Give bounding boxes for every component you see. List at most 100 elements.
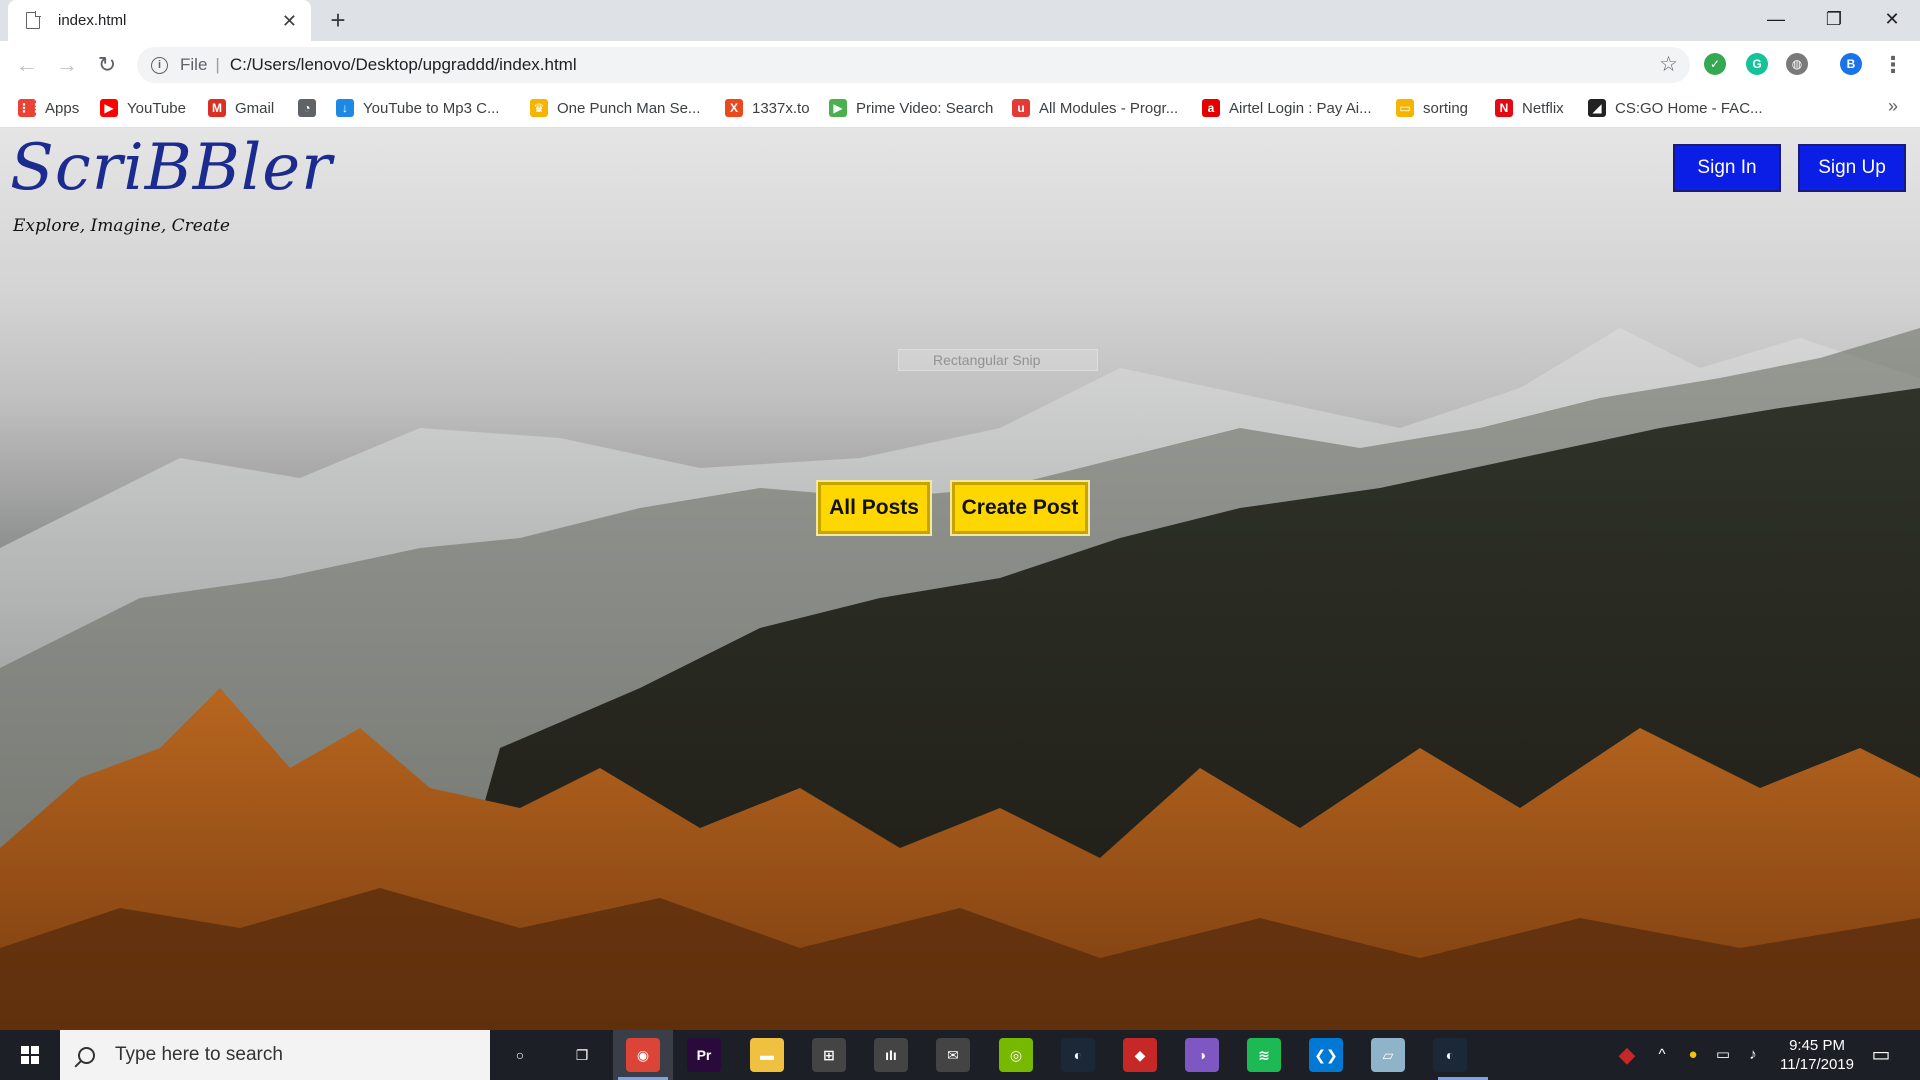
bookmark-item[interactable]: ↓ YouTube to Mp3 C... — [336, 88, 499, 128]
premiere-pro-icon[interactable]: Pr — [687, 1038, 721, 1072]
netflix-icon: N — [1495, 99, 1513, 117]
bookmarks-overflow-icon[interactable]: » — [1888, 96, 1898, 117]
minimize-button[interactable]: — — [1748, 0, 1804, 38]
norton-tray-icon[interactable]: ● — [1680, 1030, 1706, 1080]
windows-logo-icon — [21, 1046, 39, 1064]
faceit-icon: ◢ — [1588, 99, 1606, 117]
notes-app-icon[interactable]: ▱ — [1371, 1038, 1405, 1072]
nvidia-icon[interactable]: ◎ — [999, 1038, 1033, 1072]
grammarly-extension-icon[interactable]: G — [1746, 53, 1768, 75]
bookmark-label: YouTube to Mp3 C... — [363, 99, 500, 117]
site-tagline: Explore, Imagine, Create — [13, 216, 230, 236]
clock-date: 11/17/2019 — [1780, 1056, 1854, 1073]
bookmark-item[interactable]: M Gmail — [208, 88, 274, 128]
bookmark-star-icon[interactable]: ☆ — [1659, 52, 1678, 77]
mail-icon[interactable]: ✉ — [936, 1038, 970, 1072]
tab-title: index.html — [58, 12, 127, 29]
forward-button[interactable]: → — [52, 50, 82, 80]
close-window-button[interactable]: ✕ — [1864, 0, 1920, 38]
bookmark-label: sorting — [1423, 99, 1469, 117]
bookmark-label: One Punch Man Se... — [557, 99, 701, 117]
bookmark-label: Netflix — [1522, 99, 1564, 117]
airtel-icon: a — [1202, 99, 1220, 117]
back-button[interactable]: ← — [12, 50, 42, 80]
mountain-forest-background — [0, 328, 1920, 1030]
search-icon — [78, 1046, 95, 1064]
steam-icon[interactable]: ◐ — [1061, 1038, 1095, 1072]
browser-menu-button[interactable]: ⋮ — [1878, 50, 1908, 80]
slides-icon: ▭ — [1396, 99, 1414, 117]
tab-strip: index.html ✕ + — ❐ ✕ — [0, 0, 1920, 41]
profile-avatar[interactable]: B — [1840, 53, 1862, 75]
bookmark-label: CS:GO Home - FAC... — [1615, 99, 1763, 117]
file-explorer-icon[interactable]: ▬ — [750, 1038, 784, 1072]
url-scheme: File — [180, 55, 208, 74]
bookmark-item[interactable]: X 1337x.to — [725, 88, 810, 128]
volume-icon[interactable]: ♪ — [1740, 1030, 1766, 1080]
all-posts-button[interactable]: All Posts — [818, 482, 930, 534]
reload-button[interactable]: ↻ — [92, 50, 122, 80]
windows-taskbar: Type here to search ○ ❐ ◉ Pr ▬ ⊞ ıIı ✉ ◎ ◐ ◆ ◑ ≋ ❮❯ ▱ ◐… — [0, 1030, 1920, 1080]
bookmark-label: Airtel Login : Pay Ai... — [1229, 99, 1372, 117]
globe-extension-icon[interactable]: ◍ — [1786, 53, 1808, 75]
url-text[interactable]: C:/Users/lenovo/Desktop/upgraddd/index.h… — [230, 55, 577, 75]
taskbar-search[interactable]: Type here to search — [60, 1030, 490, 1080]
brand: ScriBBler Explore, Imagine, Create — [10, 136, 333, 236]
clock-time: 9:45 PM — [1789, 1037, 1845, 1054]
bookmark-item[interactable]: ◢ CS:GO Home - FAC... — [1588, 88, 1763, 128]
battery-icon[interactable]: ▭ — [1710, 1030, 1736, 1080]
gmail-icon: M — [208, 99, 226, 117]
tray-app-icon[interactable]: ◆ — [1612, 1030, 1642, 1080]
system-clock[interactable]: 9:45 PM 11/17/2019 — [1780, 1036, 1854, 1074]
x-logo-icon: X — [725, 99, 743, 117]
address-bar[interactable]: i File | C:/Users/lenovo/Desktop/upgradd… — [137, 47, 1690, 83]
bookmark-label: Prime Video: Search — [856, 99, 994, 117]
apps-grid-icon: ⋮⋮ — [18, 99, 42, 117]
maximize-button[interactable]: ❐ — [1806, 0, 1862, 38]
bookmark-label: All Modules - Progr... — [1039, 99, 1179, 117]
sign-in-button[interactable]: Sign In — [1673, 144, 1781, 192]
create-post-button[interactable]: Create Post — [952, 482, 1088, 534]
bookmark-item[interactable]: N Netflix — [1495, 88, 1564, 128]
spotify-icon[interactable]: ≋ — [1247, 1038, 1281, 1072]
page-viewport: Rectangular Snip ScriBBler Explore, Imag… — [0, 128, 1920, 1030]
chrome-icon[interactable]: ◉ — [626, 1038, 660, 1072]
cortana-icon[interactable]: ○ — [503, 1038, 537, 1072]
bookmark-item[interactable]: ▭ sorting — [1396, 88, 1468, 128]
new-tab-button[interactable]: + — [324, 6, 352, 34]
bookmark-item[interactable]: ▶ Prime Video: Search — [829, 88, 993, 128]
bookmark-item[interactable]: ▶ YouTube — [100, 88, 186, 128]
document-icon — [26, 11, 41, 29]
vpn-shield-icon[interactable]: ◆ — [1123, 1038, 1157, 1072]
bookmark-item[interactable]: u All Modules - Progr... — [1012, 88, 1178, 128]
bookmark-item[interactable]: ⋮⋮ Apps — [18, 88, 79, 128]
equalizer-app-icon[interactable]: ıIı — [874, 1038, 908, 1072]
info-icon[interactable]: i — [151, 56, 168, 74]
download-cloud-icon: ↓ — [336, 99, 354, 117]
vscode-icon[interactable]: ❮❯ — [1309, 1038, 1343, 1072]
tor-browser-icon[interactable]: ◑ — [1185, 1038, 1219, 1072]
bookmark-label: Apps — [45, 99, 80, 117]
action-center-icon[interactable]: ▭ — [1866, 1030, 1896, 1080]
tab-close-icon[interactable]: ✕ — [282, 12, 297, 30]
task-view-icon[interactable]: ❐ — [565, 1038, 599, 1072]
start-button[interactable] — [0, 1030, 60, 1080]
browser-toolbar: ← → ↻ i File | C:/Users/lenovo/Desktop/u… — [0, 41, 1920, 88]
bookmark-item[interactable]: ♛ One Punch Man Se... — [530, 88, 700, 128]
steam-running-icon[interactable]: ◐ — [1433, 1038, 1467, 1072]
browser-tab[interactable]: index.html ✕ — [8, 0, 311, 41]
play-circle-icon: ▶ — [829, 99, 847, 117]
microsoft-store-icon[interactable]: ⊞ — [812, 1038, 846, 1072]
sign-up-button[interactable]: Sign Up — [1798, 144, 1906, 192]
bookmark-item[interactable]: ◔ — [298, 88, 325, 128]
crown-icon: ♛ — [530, 99, 548, 117]
site-logo[interactable]: ScriBBler — [10, 136, 333, 200]
bookmark-item[interactable]: a Airtel Login : Pay Ai... — [1202, 88, 1372, 128]
bookmark-label: 1337x.to — [752, 99, 810, 117]
url-separator: | — [215, 55, 220, 74]
youtube-icon: ▶ — [100, 99, 118, 117]
upgrad-icon: u — [1012, 99, 1030, 117]
tray-overflow-chevron-icon[interactable]: ^ — [1650, 1030, 1674, 1080]
shield-extension-icon[interactable]: ✓ — [1704, 53, 1726, 75]
bookmark-label: Gmail — [235, 99, 275, 117]
